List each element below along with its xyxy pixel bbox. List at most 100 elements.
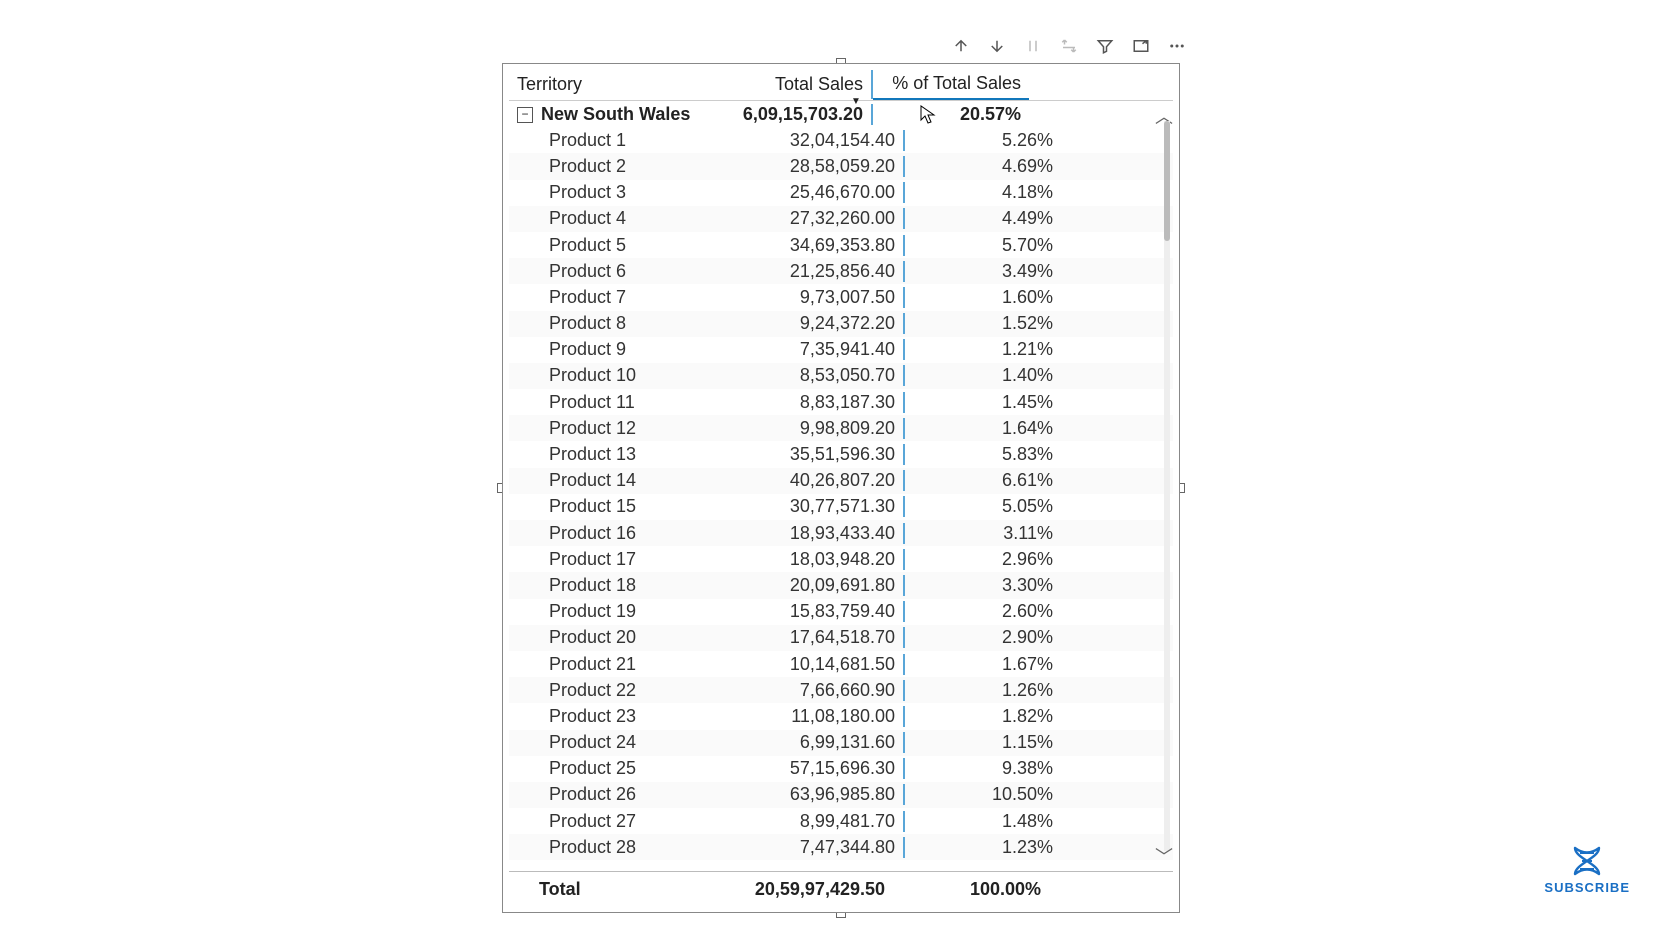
subscribe-badge[interactable]: SUBSCRIBE xyxy=(1544,846,1630,895)
row-label: Product 4 xyxy=(509,208,747,229)
row-pct: 1.67% xyxy=(905,654,1061,675)
table-row[interactable]: Product 89,24,372.201.52% xyxy=(509,311,1173,337)
table-row[interactable]: Product 1718,03,948.202.96% xyxy=(509,546,1173,572)
table-row[interactable]: Product 1440,26,807.206.61% xyxy=(509,468,1173,494)
expand-next-level-icon[interactable] xyxy=(1022,35,1044,57)
row-pct: 1.64% xyxy=(905,418,1061,439)
table-row[interactable]: Product 1335,51,596.305.83% xyxy=(509,441,1173,467)
collapse-icon[interactable]: − xyxy=(517,107,533,123)
row-pct: 1.15% xyxy=(905,732,1061,753)
row-sales: 57,15,696.30 xyxy=(747,758,905,779)
row-pct: 3.49% xyxy=(905,261,1061,282)
row-label: Product 10 xyxy=(509,365,747,386)
row-label: Product 26 xyxy=(509,784,747,805)
table-row[interactable]: Product 1820,09,691.803.30% xyxy=(509,572,1173,598)
row-label: Product 14 xyxy=(509,470,747,491)
row-pct: 1.82% xyxy=(905,706,1061,727)
row-pct: 5.83% xyxy=(905,444,1061,465)
row-label: Product 17 xyxy=(509,549,747,570)
row-pct: 3.11% xyxy=(905,523,1061,544)
row-sales: 6,99,131.60 xyxy=(747,732,905,753)
row-pct: 5.05% xyxy=(905,496,1061,517)
row-sales: 30,77,571.30 xyxy=(747,496,905,517)
table-row[interactable]: Product 1915,83,759.402.60% xyxy=(509,599,1173,625)
group-label: New South Wales xyxy=(541,104,690,124)
row-sales: 35,51,596.30 xyxy=(747,444,905,465)
row-sales: 32,04,154.40 xyxy=(747,130,905,151)
row-label: Product 5 xyxy=(509,235,747,256)
expand-all-icon[interactable] xyxy=(1058,35,1080,57)
drill-down-icon[interactable] xyxy=(986,35,1008,57)
scroll-down-button[interactable]: ﹀ xyxy=(1155,843,1169,869)
total-label: Total xyxy=(509,879,737,900)
focus-mode-icon[interactable] xyxy=(1130,35,1152,57)
row-pct: 4.18% xyxy=(905,182,1061,203)
row-sales: 10,14,681.50 xyxy=(747,654,905,675)
scroll-thumb[interactable] xyxy=(1164,121,1170,241)
row-label: Product 24 xyxy=(509,732,747,753)
table-row[interactable]: Product 79,73,007.501.60% xyxy=(509,284,1173,310)
table-row[interactable]: Product 621,25,856.403.49% xyxy=(509,258,1173,284)
row-label: Product 11 xyxy=(509,392,747,413)
row-label: Product 7 xyxy=(509,287,747,308)
row-sales: 9,98,809.20 xyxy=(747,418,905,439)
row-pct: 5.70% xyxy=(905,235,1061,256)
row-sales: 40,26,807.20 xyxy=(747,470,905,491)
visual-toolbar xyxy=(950,35,1188,57)
table-row[interactable]: Product 97,35,941.401.21% xyxy=(509,337,1173,363)
row-pct: 2.90% xyxy=(905,627,1061,648)
row-pct: 1.52% xyxy=(905,313,1061,334)
row-pct: 1.60% xyxy=(905,287,1061,308)
group-pct: 20.57% xyxy=(873,104,1029,125)
table-row[interactable]: Product 1530,77,571.305.05% xyxy=(509,494,1173,520)
table-row[interactable]: Product 132,04,154.405.26% xyxy=(509,127,1173,153)
drill-up-icon[interactable] xyxy=(950,35,972,57)
row-sales: 21,25,856.40 xyxy=(747,261,905,282)
group-total-sales: 6,09,15,703.20 xyxy=(715,104,873,125)
table-row[interactable]: Product 118,83,187.301.45% xyxy=(509,389,1173,415)
header-pct-total-sales[interactable]: % of Total Sales xyxy=(873,69,1029,100)
group-row-nsw[interactable]: −New South Wales 6,09,15,703.20 20.57% xyxy=(509,101,1173,127)
row-label: Product 22 xyxy=(509,680,747,701)
table-row[interactable]: Product 129,98,809.201.64% xyxy=(509,415,1173,441)
filter-icon[interactable] xyxy=(1094,35,1116,57)
table-row[interactable]: Product 227,66,660.901.26% xyxy=(509,677,1173,703)
row-sales: 7,66,660.90 xyxy=(747,680,905,701)
table-row[interactable]: Product 2017,64,518.702.90% xyxy=(509,625,1173,651)
row-sales: 9,24,372.20 xyxy=(747,313,905,334)
table-row[interactable]: Product 2311,08,180.001.82% xyxy=(509,703,1173,729)
row-label: Product 21 xyxy=(509,654,747,675)
header-territory[interactable]: Territory xyxy=(509,70,715,99)
row-pct: 2.96% xyxy=(905,549,1061,570)
table-row[interactable]: Product 108,53,050.701.40% xyxy=(509,363,1173,389)
row-pct: 1.23% xyxy=(905,837,1061,858)
total-row: Total 20,59,97,429.50 100.00% xyxy=(509,871,1173,906)
matrix-visual[interactable]: Territory Total Sales % of Total Sales ▼… xyxy=(502,63,1180,913)
table-row[interactable]: Product 278,99,481.701.48% xyxy=(509,808,1173,834)
row-label: Product 18 xyxy=(509,575,747,596)
header-total-sales[interactable]: Total Sales xyxy=(715,70,873,99)
table-row[interactable]: Product 427,32,260.004.49% xyxy=(509,206,1173,232)
row-sales: 27,32,260.00 xyxy=(747,208,905,229)
row-sales: 9,73,007.50 xyxy=(747,287,905,308)
matrix-body: ︿ ﹀ −New South Wales 6,09,15,703.20 20.5… xyxy=(509,101,1173,871)
table-row[interactable]: Product 2663,96,985.8010.50% xyxy=(509,782,1173,808)
table-row[interactable]: Product 325,46,670.004.18% xyxy=(509,180,1173,206)
table-row[interactable]: Product 246,99,131.601.15% xyxy=(509,730,1173,756)
row-sales: 34,69,353.80 xyxy=(747,235,905,256)
row-label: Product 8 xyxy=(509,313,747,334)
row-label: Product 9 xyxy=(509,339,747,360)
row-sales: 63,96,985.80 xyxy=(747,784,905,805)
table-row[interactable]: Product 534,69,353.805.70% xyxy=(509,232,1173,258)
table-row[interactable]: Product 1618,93,433.403.11% xyxy=(509,520,1173,546)
table-row[interactable]: Product 287,47,344.801.23% xyxy=(509,834,1173,860)
more-options-icon[interactable] xyxy=(1166,35,1188,57)
table-row[interactable]: Product 2110,14,681.501.67% xyxy=(509,651,1173,677)
row-label: Product 28 xyxy=(509,837,747,858)
row-label: Product 20 xyxy=(509,627,747,648)
row-sales: 8,83,187.30 xyxy=(747,392,905,413)
table-row[interactable]: Product 228,58,059.204.69% xyxy=(509,153,1173,179)
row-label: Product 27 xyxy=(509,811,747,832)
table-row[interactable]: Product 2557,15,696.309.38% xyxy=(509,756,1173,782)
row-label: Product 12 xyxy=(509,418,747,439)
